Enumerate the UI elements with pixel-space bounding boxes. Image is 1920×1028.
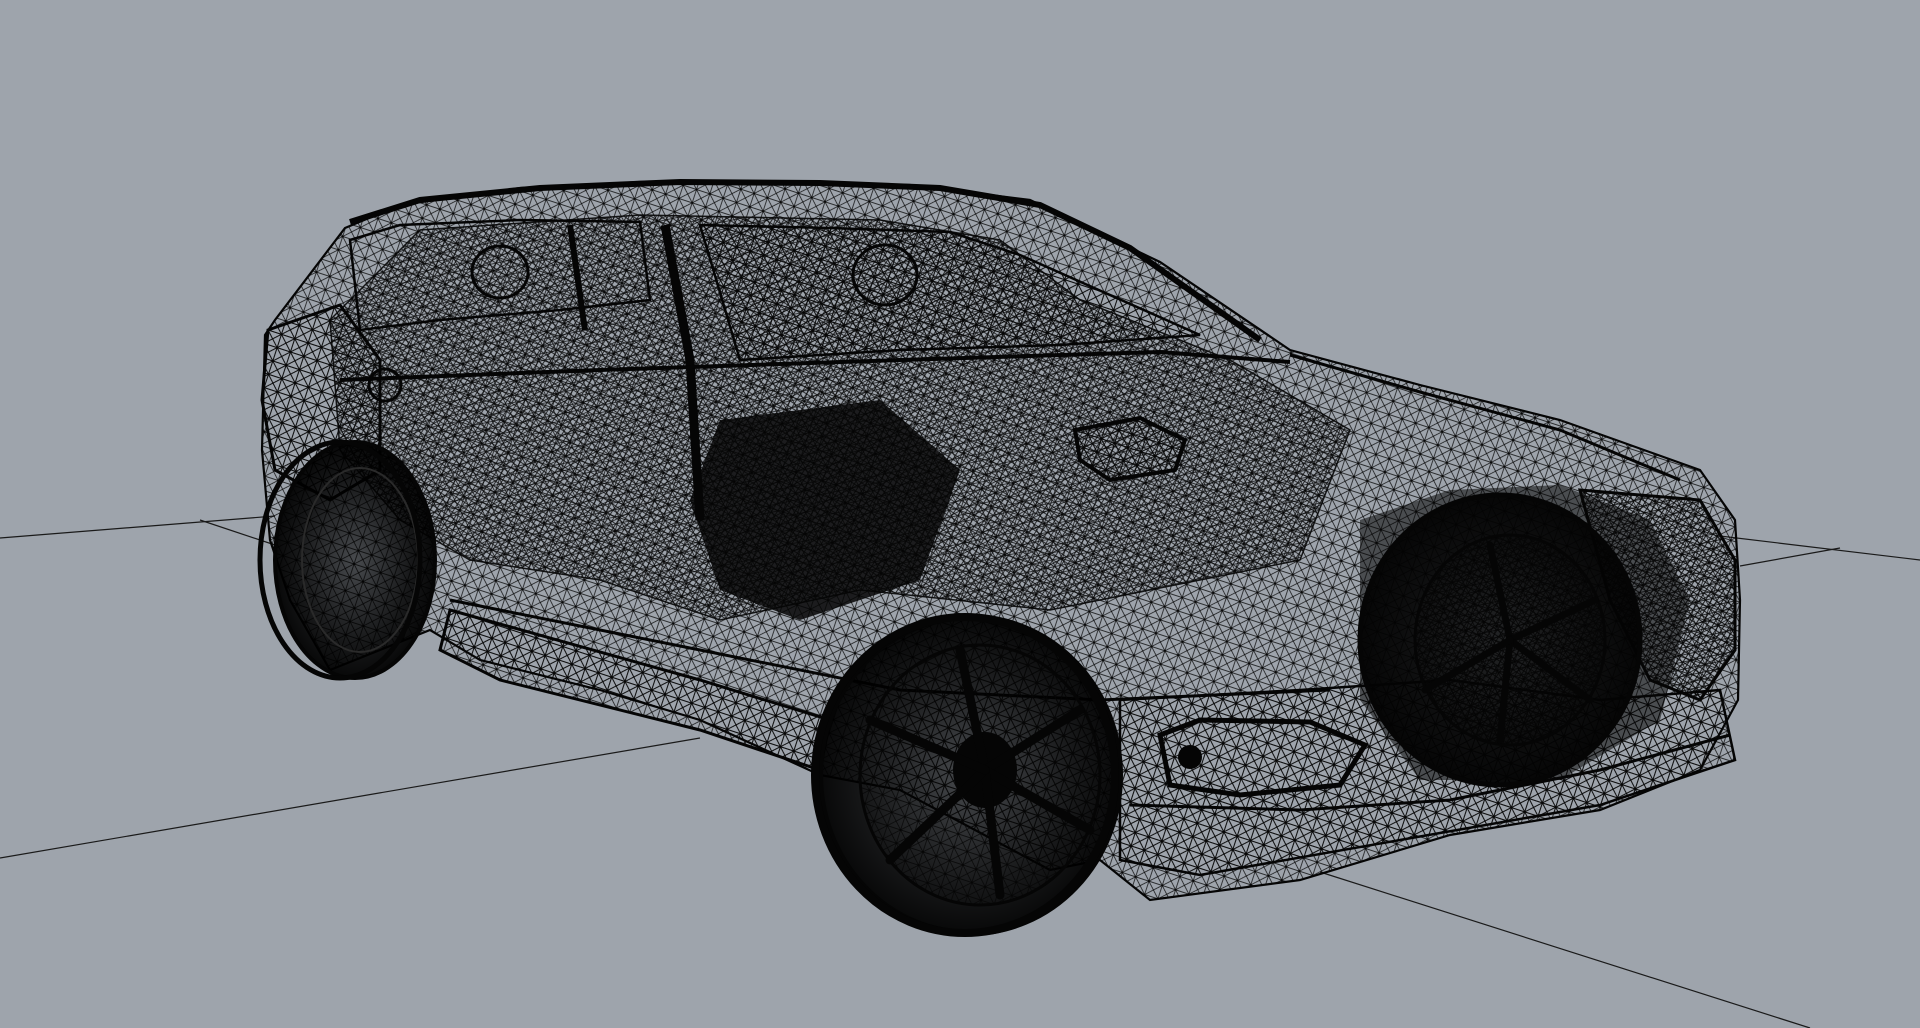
viewport-canvas[interactable] xyxy=(0,0,1920,1028)
3d-viewport[interactable] xyxy=(0,0,1920,1028)
grid-axis-line xyxy=(1319,871,1811,1028)
car-fog-lamp xyxy=(1178,745,1202,769)
grid-axis-line xyxy=(0,515,276,539)
grid-axis-line xyxy=(1739,547,1841,567)
car-wireframe-model[interactable] xyxy=(257,178,1742,937)
grid-axis-line xyxy=(0,737,701,859)
grid-axis-line xyxy=(1719,535,1920,561)
car-front-left-wheel xyxy=(811,613,1123,937)
